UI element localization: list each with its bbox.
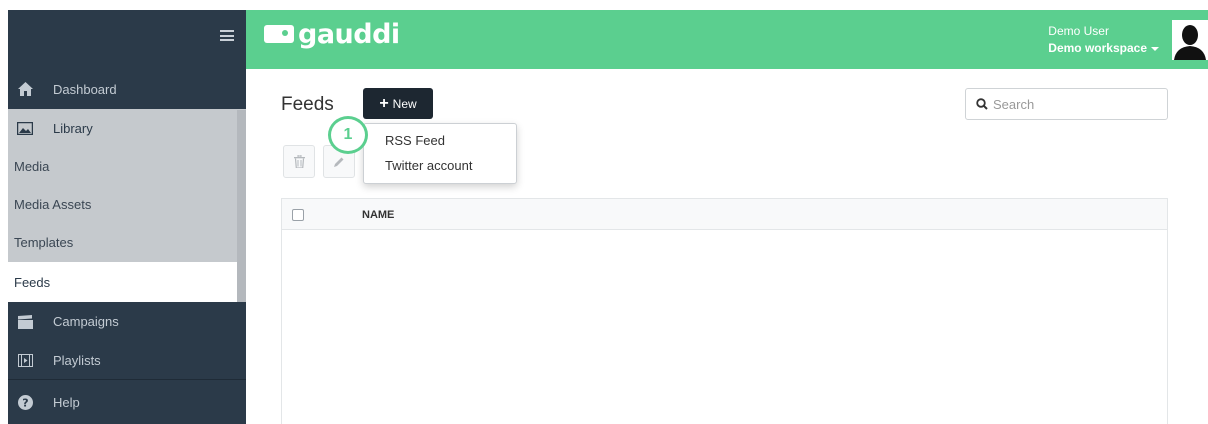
- search-icon: [976, 98, 988, 110]
- search-input[interactable]: [993, 96, 1153, 112]
- question-circle-icon: ?: [17, 394, 33, 410]
- workspace-name: Demo workspace: [1048, 41, 1147, 55]
- sidebar-item-label: Templates: [14, 235, 74, 250]
- new-button[interactable]: + New: [363, 88, 433, 119]
- sidebar-item-label: Dashboard: [53, 81, 117, 97]
- table-header: NAME: [282, 199, 1167, 230]
- sidebar-item-media-assets[interactable]: Media Assets: [8, 185, 246, 223]
- sidebar-item-label: Media: [14, 158, 50, 174]
- select-all-checkbox[interactable]: [292, 209, 304, 221]
- menu-toggle-icon[interactable]: [220, 30, 234, 41]
- logo-text: gauddi: [298, 18, 400, 50]
- feeds-table: NAME: [281, 198, 1168, 424]
- user-menu[interactable]: Demo User Demo workspace: [1048, 23, 1159, 57]
- sidebar-item-label: Feeds: [14, 274, 51, 290]
- trash-icon: [293, 155, 305, 168]
- delete-button[interactable]: [283, 145, 315, 178]
- svg-text:?: ?: [22, 396, 28, 409]
- logo-mark-icon: [264, 25, 294, 43]
- top-bar: gauddi Demo User Demo workspace: [246, 10, 1208, 69]
- sidebar-item-label: Help: [53, 394, 80, 410]
- sidebar-item-templates[interactable]: Templates: [8, 223, 246, 262]
- sidebar-item-label: Library: [53, 120, 93, 136]
- step-badge: 1: [328, 116, 368, 154]
- column-header-name[interactable]: NAME: [362, 209, 394, 221]
- clapperboard-icon: [17, 314, 33, 330]
- workspace-selector[interactable]: Demo workspace: [1048, 40, 1159, 57]
- image-icon: [17, 120, 33, 136]
- search-box[interactable]: [965, 88, 1168, 120]
- avatar[interactable]: [1172, 20, 1208, 60]
- sidebar-item-library[interactable]: Library: [8, 109, 246, 147]
- sidebar-item-label: Media Assets: [14, 196, 92, 212]
- new-dropdown-menu: RSS Feed Twitter account: [363, 123, 517, 184]
- home-icon: [17, 81, 33, 97]
- sidebar-item-playlists[interactable]: Playlists: [8, 341, 246, 379]
- film-icon: [17, 352, 33, 368]
- sidebar-scrollbar[interactable]: [237, 110, 246, 302]
- page-title: Feeds: [281, 94, 334, 115]
- sidebar-item-label: Campaigns: [53, 314, 119, 329]
- logo[interactable]: gauddi: [264, 17, 400, 51]
- pencil-icon: [334, 157, 344, 167]
- sidebar-item-help[interactable]: ? Help: [8, 380, 246, 424]
- sidebar: Dashboard Library Media Media Assets Tem…: [8, 69, 246, 424]
- menu-item-rss-feed[interactable]: RSS Feed: [385, 133, 445, 148]
- sidebar-item-feeds[interactable]: Feeds: [8, 262, 246, 302]
- sidebar-item-label: Playlists: [53, 352, 101, 368]
- new-button-label: New: [392, 96, 417, 111]
- sidebar-item-dashboard[interactable]: Dashboard: [8, 69, 246, 109]
- sidebar-item-media[interactable]: Media: [8, 147, 246, 185]
- caret-down-icon: [1151, 46, 1159, 51]
- plus-icon: +: [379, 94, 389, 112]
- sidebar-header: [8, 10, 246, 69]
- user-name: Demo User: [1048, 24, 1109, 38]
- sidebar-item-campaigns[interactable]: Campaigns: [8, 302, 246, 341]
- menu-item-twitter-account[interactable]: Twitter account: [385, 158, 472, 173]
